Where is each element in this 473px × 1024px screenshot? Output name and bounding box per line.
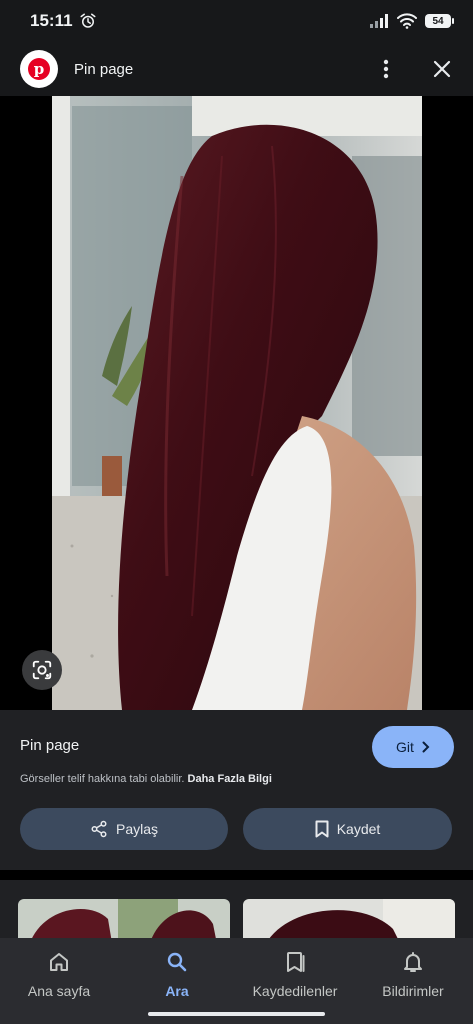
bookmark-icon [315,820,329,838]
save-button-label: Kaydet [336,821,381,837]
nav-label-saved: Kaydedilenler [252,983,338,999]
alarm-icon [80,13,96,28]
close-icon [433,60,451,78]
lens-icon [32,660,52,680]
nav-item-saved[interactable]: Kaydedilenler [236,950,354,999]
learn-more-link[interactable]: Daha Fazla Bilgi [188,773,272,785]
wifi-icon [397,13,417,29]
close-button[interactable] [429,56,455,82]
status-indicators: 54 [369,13,454,29]
chevron-right-icon [422,741,430,753]
signal-icon [370,14,388,28]
nav-label-search: Ara [165,983,189,999]
related-thumbnail[interactable] [243,899,455,940]
share-button[interactable]: Paylaş [20,808,228,850]
copyright-text: Görseller telif hakkına tabi olabilir. [20,773,185,785]
related-strip [0,880,473,940]
google-lens-button[interactable] [22,650,62,690]
visit-button[interactable]: Git [372,726,454,768]
copyright-notice: Görseller telif hakkına tabi olabilir. D… [20,773,272,785]
page-title: Pin page [74,60,134,78]
related-results [0,870,473,940]
more-vert-icon [383,59,389,79]
battery-icon: 54 [425,14,454,28]
more-options-button[interactable] [373,56,399,82]
pinterest-icon: p [28,58,50,80]
save-button[interactable]: Kaydet [243,808,452,850]
result-info-panel: Pin page Git Görseller telif hakkına tab… [0,710,473,870]
hair-photo[interactable] [52,96,422,710]
app-header: p Pin page [0,42,473,96]
image-viewer [0,96,473,710]
nav-item-notifications[interactable]: Bildirimler [354,950,472,999]
nav-item-search[interactable]: Ara [118,950,236,999]
bell-icon [404,952,422,972]
visit-button-label: Git [396,739,414,755]
share-button-label: Paylaş [115,821,159,837]
search-icon [167,952,187,972]
related-thumbnail[interactable] [18,899,230,940]
nav-item-home[interactable]: Ana sayfa [0,950,118,999]
status-bar: 15:11 54 [0,0,473,42]
nav-label-home: Ana sayfa [27,983,91,999]
bottom-navigation: Ana sayfa Ara Kaydedilenler Bildirimler [0,938,473,1024]
hair-photo-illustration [52,96,422,710]
pinterest-logo: p [20,50,58,88]
share-icon [91,820,107,838]
related-thumbnail-image [18,899,230,940]
result-title: Pin page [20,737,80,754]
status-time: 15:11 [30,11,73,30]
collections-icon [287,952,305,972]
home-icon [50,953,68,971]
nav-label-notifications: Bildirimler [382,983,444,999]
related-thumbnail-image [243,899,455,940]
gesture-handle[interactable] [148,1012,325,1016]
